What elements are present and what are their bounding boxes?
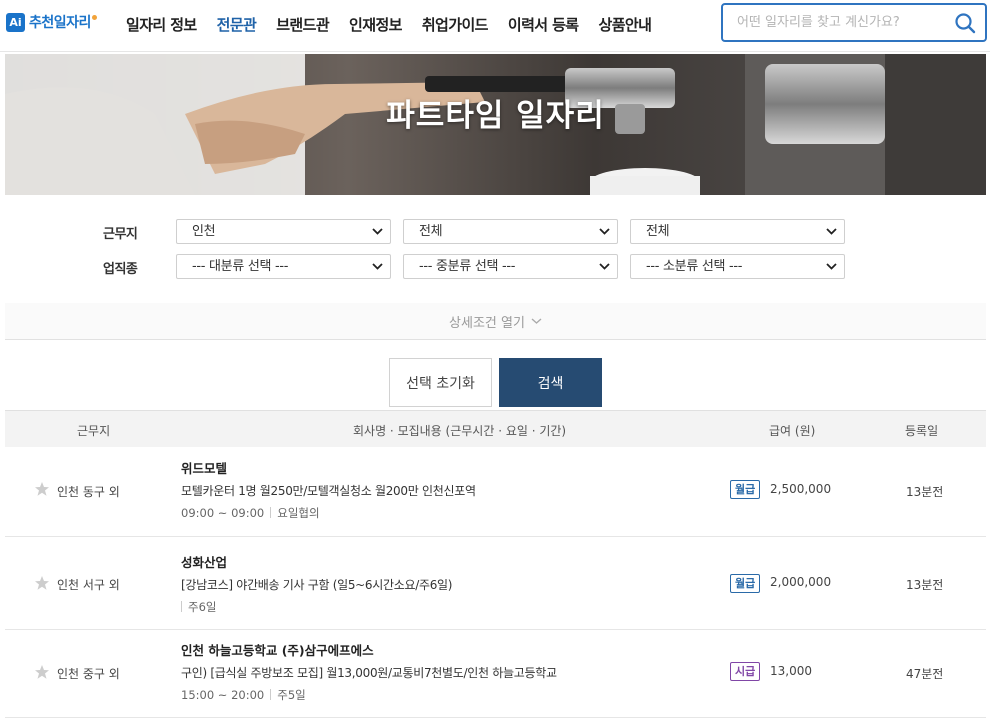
row-meta: 주6일 — [181, 599, 216, 615]
search-box — [721, 3, 987, 42]
chevron-down-icon — [372, 263, 383, 270]
chevron-down-icon — [826, 228, 837, 235]
location-select-city-value: 인천 — [192, 224, 216, 239]
reset-button[interactable]: 선택 초기화 — [389, 358, 492, 407]
nav-item-jobs[interactable]: 일자리 정보 — [126, 14, 197, 35]
star-icon[interactable] — [34, 664, 50, 680]
job-select-major-value: --- 대분류 선택 --- — [192, 259, 289, 274]
pay-type-badge: 시급 — [730, 662, 761, 681]
logo-badge: Ai — [6, 12, 25, 32]
row-description[interactable]: [강남코스] 야간배송 기사 구함 (일5~6시간소요/주6일) — [181, 576, 452, 593]
header-pay: 급여 (원) — [769, 424, 816, 438]
location-select-city[interactable]: 인천 — [176, 219, 391, 244]
nav-item-specialty[interactable]: 전문관 — [217, 14, 257, 35]
detail-conditions-toggle[interactable]: 상세조건 열기 — [5, 303, 986, 340]
search-button[interactable]: 검색 — [499, 358, 602, 407]
pay-type-badge: 월급 — [730, 574, 761, 593]
nav-item-guide[interactable]: 취업가이드 — [422, 14, 489, 35]
row-location: 인천 서구 외 — [57, 578, 120, 592]
chevron-down-icon — [599, 263, 610, 270]
row-posted: 47분전 — [906, 667, 944, 681]
row-posted: 13분전 — [906, 578, 944, 592]
chevron-down-icon — [826, 263, 837, 270]
detail-toggle-label: 상세조건 열기 — [449, 315, 525, 331]
row-location: 인천 동구 외 — [57, 485, 120, 499]
location-select-district-value: 전체 — [419, 224, 443, 239]
nav-item-products[interactable]: 상품안내 — [599, 14, 652, 35]
row-company[interactable]: 인천 하늘고등학교 (주)삼구에프에스 — [181, 640, 374, 659]
table-row[interactable]: 인천 중구 외 인천 하늘고등학교 (주)삼구에프에스 구인) [급식실 주방보… — [5, 630, 986, 718]
location-select-area[interactable]: 전체 — [630, 219, 845, 244]
chevron-down-icon — [372, 228, 383, 235]
location-label: 근무지 — [103, 227, 138, 242]
nav-item-resume[interactable]: 이력서 등록 — [508, 14, 579, 35]
chevron-down-icon — [599, 228, 610, 235]
row-meta: 09:00 ~ 09:00 요일협의 — [181, 505, 320, 521]
main-nav: 일자리 정보 전문관 브랜드관 인재정보 취업가이드 이력서 등록 상품안내 — [126, 14, 671, 35]
row-description[interactable]: 모텔카운터 1명 월250만/모텔객실청소 월200만 인천신포역 — [181, 482, 476, 499]
site-logo[interactable]: Ai 추천일자리 — [6, 12, 97, 32]
row-days: 요일협의 — [277, 506, 320, 520]
header-posted: 등록일 — [905, 424, 939, 438]
row-pay: 2,500,000 — [770, 482, 832, 496]
location-filter-row: 근무지 인천 전체 전체 — [0, 219, 990, 245]
divider — [270, 507, 272, 518]
job-select-major[interactable]: --- 대분류 선택 --- — [176, 254, 391, 279]
table-row[interactable]: 인천 동구 외 위드모텔 모텔카운터 1명 월250만/모텔객실청소 월200만… — [5, 447, 986, 537]
search-icon[interactable] — [945, 5, 985, 40]
hero-banner: 파트타임 일자리 — [5, 54, 986, 195]
nav-item-brand[interactable]: 브랜드관 — [276, 14, 329, 35]
row-days: 주5일 — [277, 688, 306, 702]
search-input[interactable] — [723, 5, 945, 40]
job-filter-row: 업직종 --- 대분류 선택 --- --- 중분류 선택 --- --- 소분… — [0, 254, 990, 280]
row-pay: 2,000,000 — [770, 575, 832, 589]
nav-item-talent[interactable]: 인재정보 — [349, 14, 402, 35]
row-days: 주6일 — [188, 600, 217, 614]
row-pay: 13,000 — [770, 664, 812, 678]
pay-type-badge: 월급 — [730, 480, 761, 499]
job-select-middle[interactable]: --- 중분류 선택 --- — [403, 254, 618, 279]
job-label: 업직종 — [103, 262, 138, 277]
row-posted: 13분전 — [906, 485, 944, 499]
chevron-down-icon — [531, 318, 542, 324]
divider — [270, 689, 272, 700]
star-icon[interactable] — [34, 481, 50, 497]
banner-title: 파트타임 일자리 — [386, 98, 605, 134]
job-select-minor-value: --- 소분류 선택 --- — [646, 259, 743, 274]
header-location: 근무지 — [77, 424, 111, 438]
logo-dot — [91, 14, 97, 20]
job-select-minor[interactable]: --- 소분류 선택 --- — [630, 254, 845, 279]
row-description[interactable]: 구인) [급식실 주방보조 모집] 월13,000원/교통비7천별도/인천 하늘… — [181, 664, 557, 681]
job-select-middle-value: --- 중분류 선택 --- — [419, 259, 516, 274]
row-hours: 15:00 ~ 20:00 — [181, 688, 265, 702]
location-select-district[interactable]: 전체 — [403, 219, 618, 244]
row-hours: 09:00 ~ 09:00 — [181, 506, 265, 520]
table-row[interactable]: 인천 서구 외 성화산업 [강남코스] 야간배송 기사 구함 (일5~6시간소요… — [5, 537, 986, 630]
top-header: Ai 추천일자리 일자리 정보 전문관 브랜드관 인재정보 취업가이드 이력서 … — [0, 0, 990, 52]
divider — [181, 601, 182, 612]
logo-text: 추천일자리 — [29, 15, 91, 31]
row-location: 인천 중구 외 — [57, 667, 120, 681]
row-company[interactable]: 성화산업 — [181, 552, 227, 571]
results-table-header: 근무지 회사명 · 모집내용 (근무시간 · 요일 · 기간) 급여 (원) 등… — [5, 410, 986, 447]
location-select-area-value: 전체 — [646, 224, 670, 239]
row-meta: 15:00 ~ 20:00 주5일 — [181, 687, 306, 703]
star-icon[interactable] — [34, 575, 50, 591]
header-content: 회사명 · 모집내용 (근무시간 · 요일 · 기간) — [353, 424, 567, 438]
row-company[interactable]: 위드모텔 — [181, 458, 227, 477]
